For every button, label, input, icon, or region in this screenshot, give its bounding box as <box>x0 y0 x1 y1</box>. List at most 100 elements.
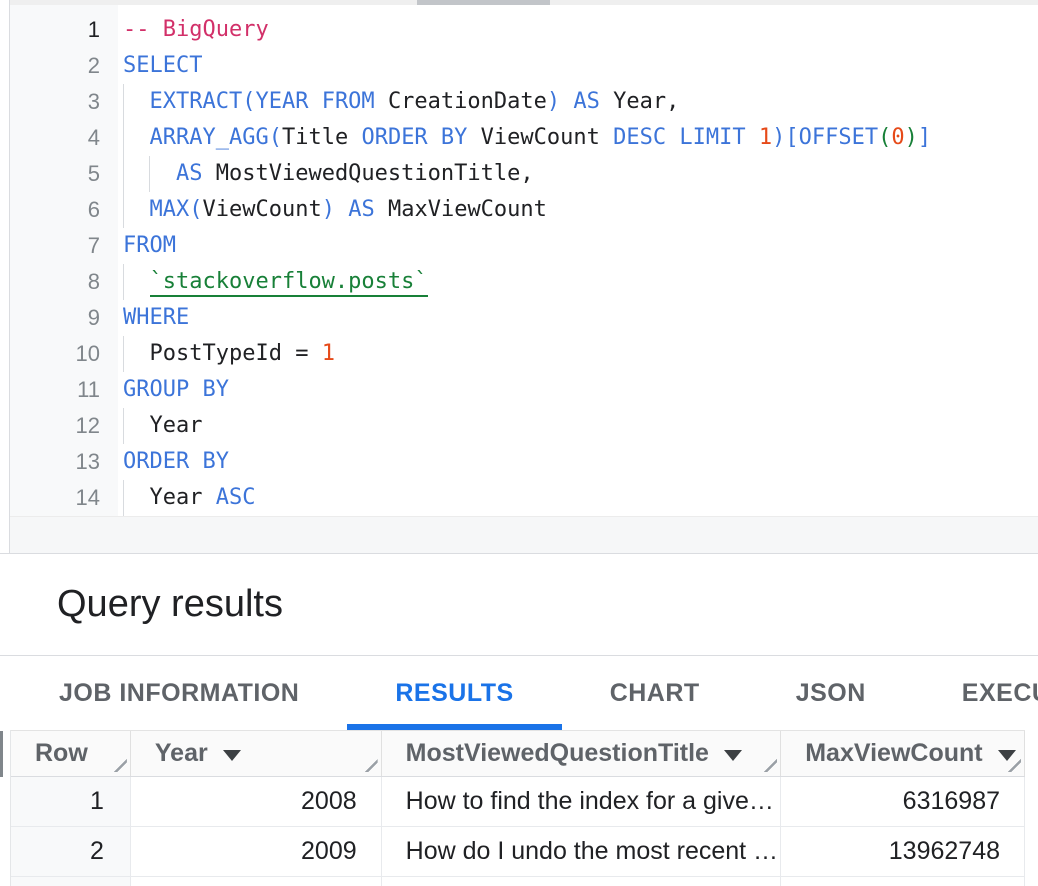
table-row: 2 2009 How do I undo the most recent … 1396… <box>11 827 1025 877</box>
line-number: 4 <box>10 120 118 156</box>
cell-value: 2008 <box>301 787 357 816</box>
code-text: AS MostViewedQuestionTitle, <box>118 156 1038 192</box>
cell-mostviewedquestiontitle: How do I undo the most recent … <box>382 827 782 876</box>
tab-execution-details[interactable]: EXECUTION DETAILS <box>914 656 1038 730</box>
line-number: 8 <box>10 264 118 300</box>
token-br1: ) <box>547 89 560 114</box>
token-num: 1 <box>759 125 772 150</box>
table-row <box>11 877 1025 886</box>
cell-row: 2 <box>11 827 131 876</box>
token-kw: ORDER BY <box>361 125 467 150</box>
token-br1: ) <box>322 197 335 222</box>
token-id: Year <box>613 89 666 114</box>
code-line[interactable]: 13ORDER BY <box>10 444 1038 480</box>
tab-job-information[interactable]: JOB INFORMATION <box>11 656 347 730</box>
code-line[interactable]: 1-- BigQuery <box>10 12 1038 48</box>
token-kw: OFFSET <box>799 125 878 150</box>
column-header-mostviewedquestiontitle[interactable]: MostViewedQuestionTitle <box>382 731 782 776</box>
tab-results[interactable]: RESULTS <box>347 656 561 730</box>
indent-guide <box>123 264 124 300</box>
token-br1: ] <box>918 125 931 150</box>
code-line[interactable]: 10 PostTypeId = 1 <box>10 336 1038 372</box>
token-kw: SELECT <box>123 53 202 78</box>
cell-maxviewcount <box>781 877 1025 886</box>
code-line[interactable]: 11GROUP BY <box>10 372 1038 408</box>
column-header-year[interactable]: Year <box>131 731 382 776</box>
column-resize-handle[interactable] <box>106 757 127 772</box>
code-text: FROM <box>118 228 1038 264</box>
indent-guide <box>123 336 124 372</box>
cell-value: 13962748 <box>889 837 1000 866</box>
code-text: -- BigQuery <box>118 12 1038 48</box>
line-number: 6 <box>10 192 118 228</box>
code-text: ARRAY_AGG(Title ORDER BY ViewCount DESC … <box>118 120 1038 156</box>
code-text: Year ASC <box>118 480 1038 516</box>
line-number: 7 <box>10 228 118 264</box>
code-line[interactable]: 4 ARRAY_AGG(Title ORDER BY ViewCount DES… <box>10 120 1038 156</box>
cell-year: 2008 <box>131 777 382 826</box>
token-pl <box>335 197 348 222</box>
sort-menu-icon[interactable] <box>223 750 241 761</box>
cell-value: 2009 <box>301 837 357 866</box>
token-id: Year <box>150 485 203 510</box>
code-text: MAX(ViewCount) AS MaxViewCount <box>118 192 1038 228</box>
code-text: GROUP BY <box>118 372 1038 408</box>
code-line[interactable]: 6 MAX(ViewCount) AS MaxViewCount <box>10 192 1038 228</box>
cell-year: 2009 <box>131 827 382 876</box>
column-header-row[interactable]: Row <box>11 731 131 776</box>
token-pl <box>600 89 613 114</box>
sql-editor[interactable]: 1-- BigQuery2SELECT3 EXTRACT(YEAR FROM C… <box>0 5 1038 553</box>
column-header-label: Row <box>35 739 88 768</box>
line-number: 14 <box>10 480 118 516</box>
indent-guide <box>123 84 124 120</box>
token-pl <box>746 125 759 150</box>
indent-guide <box>149 156 150 192</box>
sort-menu-icon[interactable] <box>998 750 1016 761</box>
token-pl: , <box>666 89 679 114</box>
token-kw: AS <box>573 89 600 114</box>
column-resize-handle[interactable] <box>756 757 777 772</box>
token-br1: ( <box>269 125 282 150</box>
column-resize-handle[interactable] <box>357 757 378 772</box>
token-kw: DESC LIMIT <box>613 125 745 150</box>
table-left-edge-strip <box>0 731 3 777</box>
cell-maxviewcount: 13962748 <box>781 827 1025 876</box>
token-pl: = <box>282 341 322 366</box>
code-line[interactable]: 9WHERE <box>10 300 1038 336</box>
cell-value: 2 <box>90 837 104 866</box>
token-id: Title <box>282 125 348 150</box>
token-com: -- BigQuery <box>123 17 269 42</box>
token-kw: FROM <box>123 233 176 258</box>
code-line[interactable]: 7FROM <box>10 228 1038 264</box>
cell-mostviewedquestiontitle <box>382 877 782 886</box>
code-line[interactable]: 3 EXTRACT(YEAR FROM CreationDate) AS Yea… <box>10 84 1038 120</box>
line-number: 12 <box>10 408 118 444</box>
token-pl <box>202 161 215 186</box>
column-header-label: MaxViewCount <box>805 739 982 768</box>
token-num: 1 <box>322 341 335 366</box>
tab-json[interactable]: JSON <box>748 656 914 730</box>
token-pl <box>600 125 613 150</box>
line-number: 2 <box>10 48 118 84</box>
token-kw: ARRAY_AGG <box>150 125 269 150</box>
code-line[interactable]: 2SELECT <box>10 48 1038 84</box>
cell-row <box>11 877 131 886</box>
token-br1: ( <box>242 89 255 114</box>
table-reference-link[interactable]: `stackoverflow.posts` <box>150 269 428 297</box>
sort-menu-icon[interactable] <box>724 750 742 761</box>
code-line[interactable]: 8 `stackoverflow.posts` <box>10 264 1038 300</box>
token-pl: , <box>520 161 533 186</box>
indent-guide <box>123 408 124 444</box>
token-br2: ) <box>905 125 918 150</box>
code-text: EXTRACT(YEAR FROM CreationDate) AS Year, <box>118 84 1038 120</box>
token-id: MostViewedQuestionTitle <box>216 161 521 186</box>
code-line[interactable]: 5 AS MostViewedQuestionTitle, <box>10 156 1038 192</box>
line-number: 10 <box>10 336 118 372</box>
token-pl <box>123 125 150 150</box>
column-header-maxviewcount[interactable]: MaxViewCount <box>781 731 1025 776</box>
token-br1: ( <box>189 197 202 222</box>
code-line[interactable]: 12 Year <box>10 408 1038 444</box>
code-line[interactable]: 14 Year ASC <box>10 480 1038 516</box>
query-results-header: Query results <box>0 554 1038 655</box>
tab-chart[interactable]: CHART <box>562 656 748 730</box>
